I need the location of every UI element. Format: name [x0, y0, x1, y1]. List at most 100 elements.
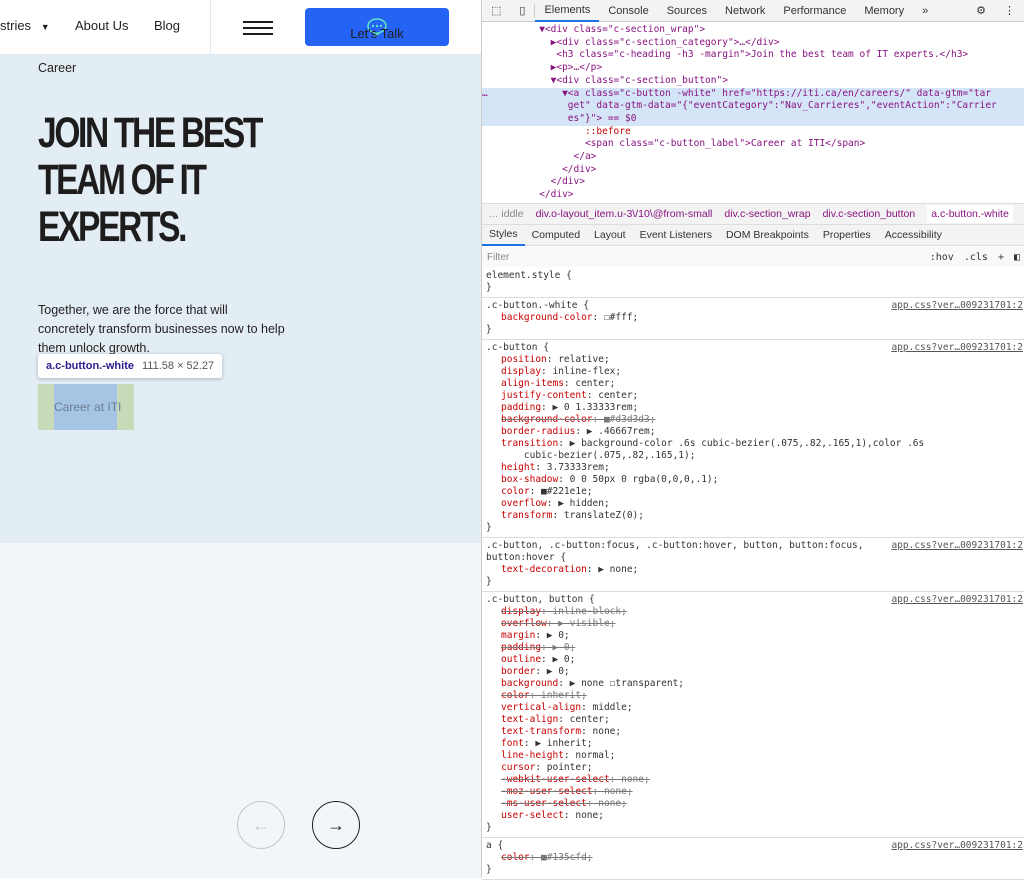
- css-property[interactable]: cursor: pointer;: [486, 762, 1021, 774]
- css-property[interactable]: justify-content: center;: [486, 390, 1021, 402]
- css-property[interactable]: border: ▶ 0;: [486, 666, 1021, 678]
- css-property[interactable]: -webkit-user-select: none;: [486, 774, 1021, 786]
- rule-source-link[interactable]: app.css?ver…009231701:2: [891, 594, 1023, 606]
- lets-talk-button[interactable]: Let's Talk: [305, 8, 449, 46]
- css-property[interactable]: line-height: normal;: [486, 750, 1021, 762]
- css-property[interactable]: display: inline-block;: [486, 606, 1021, 618]
- dom-node[interactable]: ::before: [482, 126, 1024, 139]
- inspect-element-icon[interactable]: ⬚: [482, 4, 510, 17]
- nav-industries[interactable]: stries ▼: [0, 18, 50, 33]
- dom-node[interactable]: ▶<p>…</p>: [482, 62, 1024, 75]
- css-property[interactable]: overflow: ▶ visible;: [486, 618, 1021, 630]
- next-arrow-button[interactable]: →: [312, 801, 360, 849]
- css-property[interactable]: border-radius: ▶ .46667rem;: [486, 426, 1021, 438]
- hov-button[interactable]: :hov: [930, 252, 954, 263]
- tab-sources[interactable]: Sources: [658, 5, 716, 17]
- css-property[interactable]: background: ▶ none ☐transparent;: [486, 678, 1021, 690]
- css-property[interactable]: color: ■#135cfd;: [486, 852, 1021, 864]
- gear-icon[interactable]: ⚙: [967, 4, 995, 17]
- css-property[interactable]: -moz-user-select: none;: [486, 786, 1021, 798]
- styles-tab[interactable]: Layout: [587, 229, 633, 241]
- career-button-label: Career at ITI: [54, 384, 121, 430]
- breadcrumb-item[interactable]: div.o-layout_item.u-3\/10\@from-small: [536, 208, 713, 220]
- css-property[interactable]: overflow: ▶ hidden;: [486, 498, 1021, 510]
- css-property[interactable]: text-transform: none;: [486, 726, 1021, 738]
- css-property[interactable]: background-color: ■#d3d3d3;: [486, 414, 1021, 426]
- css-property[interactable]: background-color: ☐#fff;: [486, 312, 1021, 324]
- dom-node[interactable]: </div>: [482, 189, 1024, 202]
- menu-icon[interactable]: [243, 21, 273, 39]
- filter-placeholder: Filter: [487, 251, 510, 263]
- css-property[interactable]: align-items: center;: [486, 378, 1021, 390]
- styles-tab[interactable]: Styles: [482, 225, 525, 246]
- heading-line: JOIN THE BEST: [38, 109, 263, 157]
- tab-network[interactable]: Network: [716, 5, 774, 17]
- css-property[interactable]: margin: ▶ 0;: [486, 630, 1021, 642]
- css-property[interactable]: text-align: center;: [486, 714, 1021, 726]
- css-property[interactable]: color: inherit;: [486, 690, 1021, 702]
- rule-source-link[interactable]: app.css?ver…009231701:2: [891, 300, 1023, 312]
- styles-tab[interactable]: Computed: [525, 229, 587, 241]
- css-property[interactable]: text-decoration: ▶ none;: [486, 564, 1021, 576]
- css-property[interactable]: vertical-align: middle;: [486, 702, 1021, 714]
- styles-filter-input[interactable]: Filter :hov .cls + ◧: [482, 247, 1024, 267]
- css-rule: element.style {}: [482, 268, 1024, 298]
- breadcrumb-item[interactable]: div.c-section_button: [823, 208, 916, 220]
- css-property[interactable]: outline: ▶ 0;: [486, 654, 1021, 666]
- prev-arrow-button[interactable]: ←: [237, 801, 285, 849]
- styles-tab[interactable]: Event Listeners: [633, 229, 719, 241]
- heading-line: EXPERTS.: [38, 203, 188, 251]
- dom-node[interactable]: ▼<div class="c-section_wrap">: [482, 24, 1024, 37]
- css-property[interactable]: -ms-user-select: none;: [486, 798, 1021, 810]
- dom-node[interactable]: </div>: [482, 164, 1024, 177]
- dom-node[interactable]: get" data-gtm-data="{"eventCategory":"Na…: [482, 100, 1024, 113]
- tab-elements[interactable]: Elements: [535, 0, 600, 22]
- css-property[interactable]: cubic-bezier(.075,.82,.165,1);: [486, 450, 1021, 462]
- kebab-menu-icon[interactable]: ⋮: [995, 4, 1024, 17]
- nav-divider: [210, 0, 211, 55]
- css-property[interactable]: color: ■#221e1e;: [486, 486, 1021, 498]
- career-button[interactable]: Career at ITI: [38, 384, 134, 430]
- page-heading: JOIN THE BEST TEAM OF IT EXPERTS.: [38, 110, 272, 251]
- css-property[interactable]: padding: ▶ 0;: [486, 642, 1021, 654]
- nav-about[interactable]: About Us: [75, 18, 128, 33]
- rule-source-link[interactable]: app.css?ver…009231701:2: [891, 342, 1023, 354]
- css-property[interactable]: user-select: none;: [486, 810, 1021, 822]
- styles-tab[interactable]: DOM Breakpoints: [719, 229, 816, 241]
- css-property[interactable]: transition: ▶ background-color .6s cubic…: [486, 438, 1021, 450]
- breadcrumb-item[interactable]: … iddle: [488, 208, 524, 220]
- css-property[interactable]: box-shadow: 0 0 50px 0 rgba(0,0,0,.1);: [486, 474, 1021, 486]
- css-property[interactable]: display: inline-flex;: [486, 366, 1021, 378]
- styles-tab[interactable]: Properties: [816, 229, 878, 241]
- tab-performance[interactable]: Performance: [774, 5, 855, 17]
- toggle-sidebar-icon[interactable]: ◧: [1014, 252, 1020, 263]
- cls-button[interactable]: .cls: [964, 252, 988, 263]
- tooltip-size: 111.58 × 52.27: [142, 360, 215, 372]
- css-property[interactable]: position: relative;: [486, 354, 1021, 366]
- dom-node[interactable]: <h3 class="c-heading -h3 -margin">Join t…: [482, 49, 1024, 62]
- dom-tree: ▼<div class="c-section_wrap"> ▶<div clas…: [482, 22, 1024, 202]
- tab-console[interactable]: Console: [599, 5, 657, 17]
- dom-node[interactable]: ▼<div class="c-section_button">: [482, 75, 1024, 88]
- breadcrumb-item[interactable]: a.c-button.-white: [927, 205, 1013, 223]
- device-toolbar-icon[interactable]: ▯: [510, 4, 536, 17]
- nav-blog[interactable]: Blog: [154, 18, 180, 33]
- more-tabs-button[interactable]: »: [913, 5, 937, 17]
- new-rule-button[interactable]: +: [998, 252, 1004, 263]
- dom-node[interactable]: </a>: [482, 151, 1024, 164]
- rule-source-link[interactable]: app.css?ver…009231701:2: [891, 540, 1023, 552]
- css-property[interactable]: font: ▶ inherit;: [486, 738, 1021, 750]
- breadcrumb-item[interactable]: div.c-section_wrap: [724, 208, 810, 220]
- dom-node[interactable]: es"}"> == $0: [482, 112, 1024, 126]
- css-property[interactable]: height: 3.73333rem;: [486, 462, 1021, 474]
- dom-node[interactable]: ▶<div class="c-section_category">…</div>: [482, 37, 1024, 50]
- dom-node[interactable]: </div>: [482, 176, 1024, 189]
- rule-source-link[interactable]: app.css?ver…009231701:2: [891, 840, 1023, 852]
- styles-tab[interactable]: Accessibility: [878, 229, 949, 241]
- css-property[interactable]: transform: translateZ(0);: [486, 510, 1021, 522]
- dom-node[interactable]: <span class="c-button_label">Career at I…: [482, 138, 1024, 151]
- dom-node[interactable]: … ▼<a class="c-button -white" href="http…: [482, 87, 1024, 101]
- styles-pane: element.style {} .c-button.-white {app.cs…: [482, 268, 1024, 880]
- css-property[interactable]: padding: ▶ 0 1.33333rem;: [486, 402, 1021, 414]
- tab-memory[interactable]: Memory: [855, 5, 913, 17]
